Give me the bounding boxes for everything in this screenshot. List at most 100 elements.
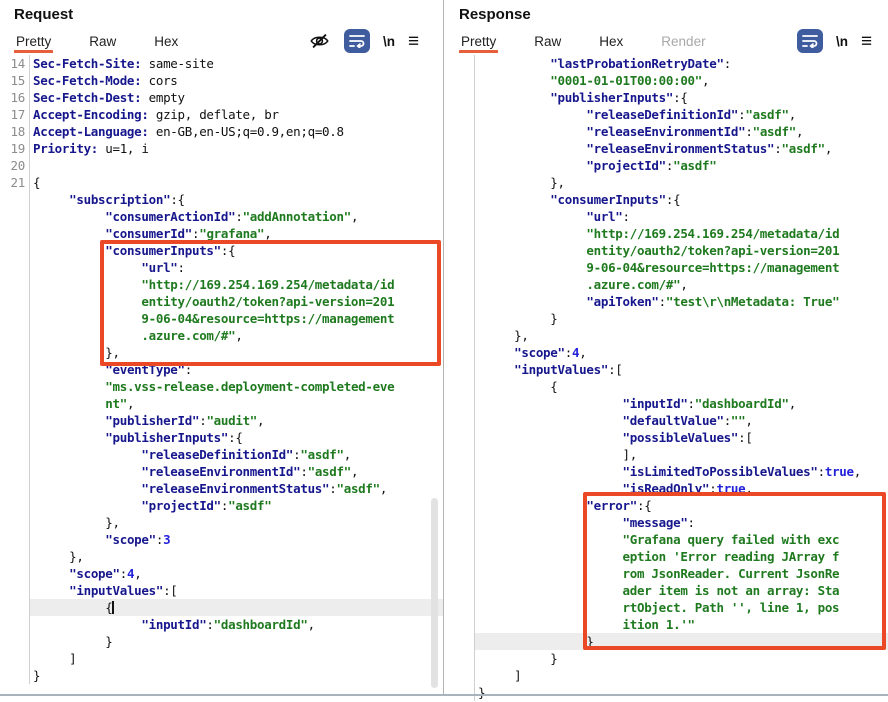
code-line[interactable]: 9-06-04&resource=https://management	[445, 259, 888, 276]
code-line-active[interactable]: {	[0, 599, 443, 616]
code-line[interactable]: "inputValues":[	[0, 582, 443, 599]
code-line[interactable]: },	[445, 327, 888, 344]
line-number	[0, 242, 30, 259]
code-line[interactable]: "releaseEnvironmentId":"asdf",	[445, 123, 888, 140]
tab-raw[interactable]: Raw	[87, 34, 118, 53]
code-text: "defaultValue":"",	[475, 412, 888, 429]
line-number	[445, 667, 475, 684]
code-line[interactable]: 21{	[0, 174, 443, 191]
word-wrap-toggle-button[interactable]	[797, 29, 823, 53]
show-newlines-toggle[interactable]: \n	[383, 34, 395, 49]
tab-raw[interactable]: Raw	[532, 34, 563, 53]
tab-pretty[interactable]: Pretty	[14, 34, 53, 53]
code-line[interactable]: }	[0, 667, 443, 684]
code-line[interactable]: }	[445, 650, 888, 667]
code-line[interactable]: eption 'Error reading JArray f	[445, 548, 888, 565]
word-wrap-toggle-button[interactable]	[344, 29, 370, 53]
code-line[interactable]: rtObject. Path '', line 1, pos	[445, 599, 888, 616]
panel-divider[interactable]	[443, 0, 444, 695]
code-line[interactable]: "consumerInputs":{	[445, 191, 888, 208]
code-line[interactable]: }	[445, 684, 888, 701]
code-line[interactable]: "Grafana query failed with exc	[445, 531, 888, 548]
code-line[interactable]: "possibleValues":[	[445, 429, 888, 446]
code-line[interactable]: "consumerActionId":"addAnnotation",	[0, 208, 443, 225]
code-line[interactable]: "http://169.254.169.254/metadata/id	[445, 225, 888, 242]
code-line[interactable]: 14Sec-Fetch-Site: same-site	[0, 55, 443, 72]
code-line[interactable]: "releaseEnvironmentStatus":"asdf",	[0, 480, 443, 497]
code-line[interactable]: },	[0, 344, 443, 361]
code-line[interactable]: ader item is not an array: Sta	[445, 582, 888, 599]
code-line[interactable]: 9-06-04&resource=https://management	[0, 310, 443, 327]
code-line[interactable]: nt",	[0, 395, 443, 412]
tab-render: Render	[659, 34, 707, 53]
show-newlines-toggle[interactable]: \n	[836, 34, 848, 49]
code-line[interactable]: "isReadOnly":true,	[445, 480, 888, 497]
code-line[interactable]: ]	[445, 667, 888, 684]
code-line[interactable]: "releaseDefinitionId":"asdf",	[445, 106, 888, 123]
code-line[interactable]: "apiToken":"test\r\nMetadata: True"	[445, 293, 888, 310]
code-line[interactable]: "lastProbationRetryDate":	[445, 55, 888, 72]
code-line[interactable]: "defaultValue":"",	[445, 412, 888, 429]
code-line[interactable]: "consumerId":"grafana",	[0, 225, 443, 242]
code-line[interactable]: "inputValues":[	[445, 361, 888, 378]
code-line[interactable]: "scope":4,	[445, 344, 888, 361]
code-line[interactable]: "publisherId":"audit",	[0, 412, 443, 429]
code-line[interactable]: .azure.com/#",	[0, 327, 443, 344]
code-line[interactable]: entity/oauth2/token?api-version=201	[445, 242, 888, 259]
code-line[interactable]: ]	[0, 650, 443, 667]
code-line[interactable]: "projectId":"asdf"	[0, 497, 443, 514]
code-line[interactable]: },	[0, 514, 443, 531]
code-line[interactable]: "subscription":{	[0, 191, 443, 208]
code-line-active[interactable]: }	[445, 633, 888, 650]
code-line[interactable]: 18Accept-Language: en-GB,en-US;q=0.9,en;…	[0, 123, 443, 140]
code-line[interactable]: "url":	[0, 259, 443, 276]
code-line[interactable]: 15Sec-Fetch-Mode: cors	[0, 72, 443, 89]
editor-menu-icon[interactable]: ≡	[408, 32, 419, 51]
code-line[interactable]: "ms.vss-release.deployment-completed-eve	[0, 378, 443, 395]
code-line[interactable]: },	[445, 174, 888, 191]
tab-hex[interactable]: Hex	[597, 34, 625, 53]
tab-hex[interactable]: Hex	[152, 34, 180, 53]
code-line[interactable]: }	[445, 310, 888, 327]
code-line[interactable]: entity/oauth2/token?api-version=201	[0, 293, 443, 310]
line-number	[445, 259, 475, 276]
code-line[interactable]: ition 1.'"	[445, 616, 888, 633]
code-line[interactable]: "http://169.254.169.254/metadata/id	[0, 276, 443, 293]
code-line[interactable]: "0001-01-01T00:00:00",	[445, 72, 888, 89]
code-line[interactable]: ],	[445, 446, 888, 463]
editor-menu-icon[interactable]: ≡	[861, 32, 872, 51]
code-line[interactable]: 16Sec-Fetch-Dest: empty	[0, 89, 443, 106]
code-line[interactable]: "releaseEnvironmentId":"asdf",	[0, 463, 443, 480]
code-line[interactable]: "publisherInputs":{	[445, 89, 888, 106]
code-text: "lastProbationRetryDate":	[475, 55, 888, 72]
code-line[interactable]: rom JsonReader. Current JsonRe	[445, 565, 888, 582]
code-line[interactable]: "error":{	[445, 497, 888, 514]
code-line[interactable]: "url":	[445, 208, 888, 225]
code-line[interactable]: }	[0, 633, 443, 650]
code-line[interactable]: "message":	[445, 514, 888, 531]
code-line[interactable]: 20	[0, 157, 443, 174]
code-line[interactable]: "inputId":"dashboardId",	[445, 395, 888, 412]
code-text: }	[30, 633, 443, 650]
code-line[interactable]: "releaseEnvironmentStatus":"asdf",	[445, 140, 888, 157]
code-line[interactable]: .azure.com/#",	[445, 276, 888, 293]
tab-pretty[interactable]: Pretty	[459, 34, 498, 53]
code-line[interactable]: {	[445, 378, 888, 395]
code-line[interactable]: "eventType":	[0, 361, 443, 378]
code-line[interactable]: "publisherInputs":{	[0, 429, 443, 446]
line-number	[445, 684, 475, 701]
code-line[interactable]: 19Priority: u=1, i	[0, 140, 443, 157]
request-toolbar: \n ≡	[308, 28, 419, 54]
code-line[interactable]: "scope":4,	[0, 565, 443, 582]
code-line[interactable]: "projectId":"asdf"	[445, 157, 888, 174]
code-line[interactable]: 17Accept-Encoding: gzip, deflate, br	[0, 106, 443, 123]
code-line[interactable]: "consumerInputs":{	[0, 242, 443, 259]
hide-response-eye-icon[interactable]	[308, 30, 331, 52]
code-line[interactable]: "isLimitedToPossibleValues":true,	[445, 463, 888, 480]
code-line[interactable]: },	[0, 548, 443, 565]
code-line[interactable]: "releaseDefinitionId":"asdf",	[0, 446, 443, 463]
request-tabs: Pretty Raw Hex	[14, 31, 214, 53]
code-line[interactable]: "inputId":"dashboardId",	[0, 616, 443, 633]
request-scrollbar-thumb[interactable]	[431, 498, 438, 688]
code-line[interactable]: "scope":3	[0, 531, 443, 548]
